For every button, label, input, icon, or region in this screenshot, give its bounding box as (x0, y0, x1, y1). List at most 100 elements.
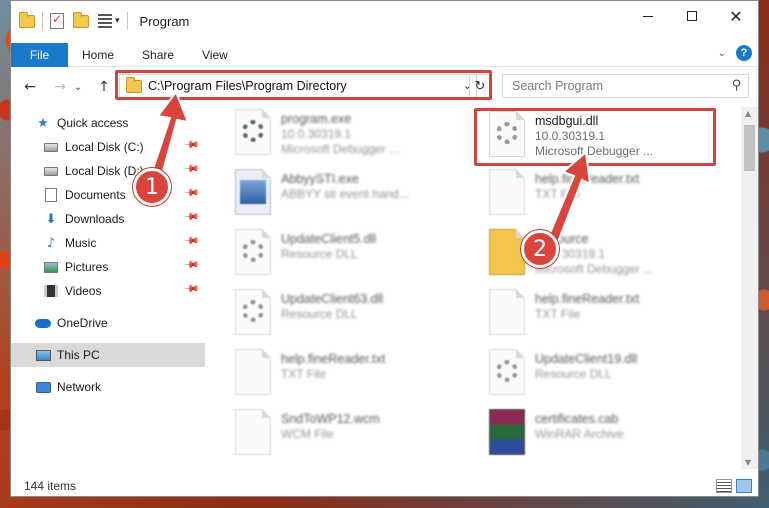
view-toggle (716, 479, 752, 493)
sidebar-item-local-disk-c[interactable]: Local Disk (C:) 📌 (11, 135, 205, 159)
sidebar-item-label: This PC (57, 348, 100, 362)
vertical-scrollbar[interactable]: ▲ ▼ (741, 107, 758, 469)
file-item[interactable]: program.exe 10.0.30319.1 Microsoft Debug… (235, 109, 465, 165)
file-item-msdbgui-dll[interactable]: msdbgui.dll 10.0.30319.1 Microsoft Debug… (489, 111, 719, 167)
file-item[interactable]: UpdateClient5.dll Resource DLL (235, 229, 465, 285)
new-folder-icon[interactable] (73, 11, 89, 28)
sidebar-item-this-pc[interactable]: This PC (11, 343, 205, 367)
file-name: SndToWP12.wcm (281, 412, 380, 426)
file-item[interactable]: certificates.cab WinRAR Archive (489, 409, 719, 465)
search-placeholder: Search Program (512, 79, 604, 93)
sidebar-item-videos[interactable]: Videos 📌 (11, 279, 205, 303)
file-type: TXT File (535, 307, 581, 321)
file-item[interactable]: UpdateClient19.dll Resource DLL (489, 349, 719, 405)
file-item[interactable]: AbbyySTI.exe ABBYY sti event hand... (235, 169, 465, 225)
folder-icon[interactable] (19, 11, 35, 28)
file-description: Microsoft Debugger ... (535, 144, 654, 158)
folder-icon (126, 76, 142, 93)
network-icon (35, 380, 51, 394)
pictures-icon (43, 260, 59, 274)
ribbon-right: ⌄ ? (718, 45, 752, 61)
address-path[interactable]: C:\Program Files\Program Directory (148, 79, 347, 93)
file-name: help.fineReader.txt (535, 292, 640, 306)
dll-gear-icon (235, 289, 271, 335)
sidebar-item-label: Local Disk (C:) (65, 140, 144, 154)
tab-share[interactable]: Share (128, 43, 188, 67)
up-button[interactable]: ↑ (93, 77, 115, 97)
file-name: UpdateClient63.dll (281, 292, 384, 306)
pin-icon: 📌 (182, 161, 200, 178)
toolbar-separator (126, 12, 128, 30)
sidebar-item-label: Local Disk (D:) (65, 164, 144, 178)
exe-icon (235, 169, 271, 215)
close-button[interactable]: ✕ (714, 1, 758, 31)
pin-icon: 📌 (182, 281, 200, 298)
minimize-icon (643, 15, 653, 17)
file-type: WinRAR Archive (535, 427, 624, 441)
help-icon[interactable]: ? (736, 45, 752, 61)
quick-access-toolbar: ▾ (19, 1, 132, 41)
file-description: Microsoft Debugger ... (281, 142, 400, 156)
sidebar-item-documents[interactable]: Documents 📌 (11, 183, 205, 207)
large-icons-view-icon[interactable] (736, 479, 752, 493)
refresh-button[interactable]: ↻ (469, 74, 491, 98)
search-input[interactable]: Search Program ⚲ (502, 74, 749, 98)
recent-locations-button[interactable]: ⌄ (71, 77, 85, 97)
tab-home[interactable]: Home (68, 43, 128, 67)
download-icon: ⬇ (45, 211, 57, 227)
sidebar-item-label: Videos (65, 284, 102, 298)
file-item[interactable]: help.fineReader.txt TXT File (489, 169, 719, 225)
file-name: AbbyySTI.exe (281, 172, 359, 186)
back-button[interactable]: ← (19, 77, 41, 97)
sidebar-item-quick-access[interactable]: ★ Quick access (11, 111, 205, 135)
file-item[interactable]: SndToWP12.wcm WCM File (235, 409, 465, 465)
details-view-icon[interactable] (716, 479, 732, 493)
sidebar-item-network[interactable]: Network (11, 375, 205, 399)
file-version: 10.0.30319.1 (535, 129, 606, 143)
pin-icon: 📌 (182, 233, 200, 250)
status-bar: 144 items (11, 475, 758, 496)
dll-gear-icon (489, 349, 525, 395)
file-list: program.exe 10.0.30319.1 Microsoft Debug… (221, 107, 741, 469)
address-field[interactable]: C:\Program Files\Program Directory ⌄ (119, 74, 477, 98)
file-name: UpdateClient19.dll (535, 352, 638, 366)
expand-ribbon-chevron-icon[interactable]: ⌄ (718, 48, 726, 59)
sidebar-item-local-disk-d[interactable]: Local Disk (D:) 📌 (11, 159, 205, 183)
file-type: Resource DLL (281, 307, 358, 321)
step-badge-2: 2 (521, 230, 559, 268)
winrar-icon (489, 409, 525, 455)
file-name: UpdateClient5.dll (281, 232, 377, 246)
file-name: help.fineReader.txt (535, 172, 640, 186)
file-version: 10.0.30319.1 (281, 127, 352, 141)
generic-file-icon (235, 109, 271, 155)
forward-button[interactable]: → (49, 77, 71, 97)
refresh-icon: ↻ (474, 78, 486, 94)
minimize-button[interactable] (626, 1, 670, 31)
tab-view[interactable]: View (188, 43, 242, 67)
file-item[interactable]: UpdateClient63.dll Resource DLL (235, 289, 465, 345)
properties-icon[interactable] (50, 12, 64, 29)
txt-file-icon (235, 349, 271, 395)
view-options-icon[interactable] (98, 14, 112, 28)
sidebar-item-onedrive[interactable]: OneDrive (11, 311, 205, 335)
file-type: TXT File (281, 367, 327, 381)
sidebar-item-label: Pictures (65, 260, 109, 274)
navigation-pane: ★ Quick access Local Disk (C:) 📌 Local D… (11, 107, 207, 467)
sidebar-item-downloads[interactable]: ⬇ Downloads 📌 (11, 207, 205, 231)
maximize-button[interactable] (670, 1, 714, 31)
sidebar-item-pictures[interactable]: Pictures 📌 (11, 255, 205, 279)
scroll-up-icon[interactable]: ▲ (745, 109, 751, 118)
tab-file[interactable]: File (11, 42, 68, 67)
file-type: WCM File (281, 427, 334, 441)
scroll-thumb[interactable] (744, 125, 755, 171)
scroll-down-icon[interactable]: ▼ (745, 458, 751, 467)
file-type: TXT File (535, 187, 581, 201)
title-bar: ▾ Program ✕ (11, 1, 758, 41)
search-icon[interactable]: ⚲ (732, 78, 742, 93)
file-explorer-window: ▾ Program ✕ File Home Share View ⌄ ? ← →… (10, 0, 759, 497)
customize-toolbar-chevron-icon[interactable]: ▾ (115, 16, 120, 26)
file-item[interactable]: help.fineReader.txt TXT File (235, 349, 465, 405)
file-item[interactable]: help.fineReader.txt TXT File (489, 289, 719, 345)
sidebar-item-music[interactable]: ♪ Music 📌 (11, 231, 205, 255)
sidebar-item-label: Quick access (57, 116, 129, 130)
